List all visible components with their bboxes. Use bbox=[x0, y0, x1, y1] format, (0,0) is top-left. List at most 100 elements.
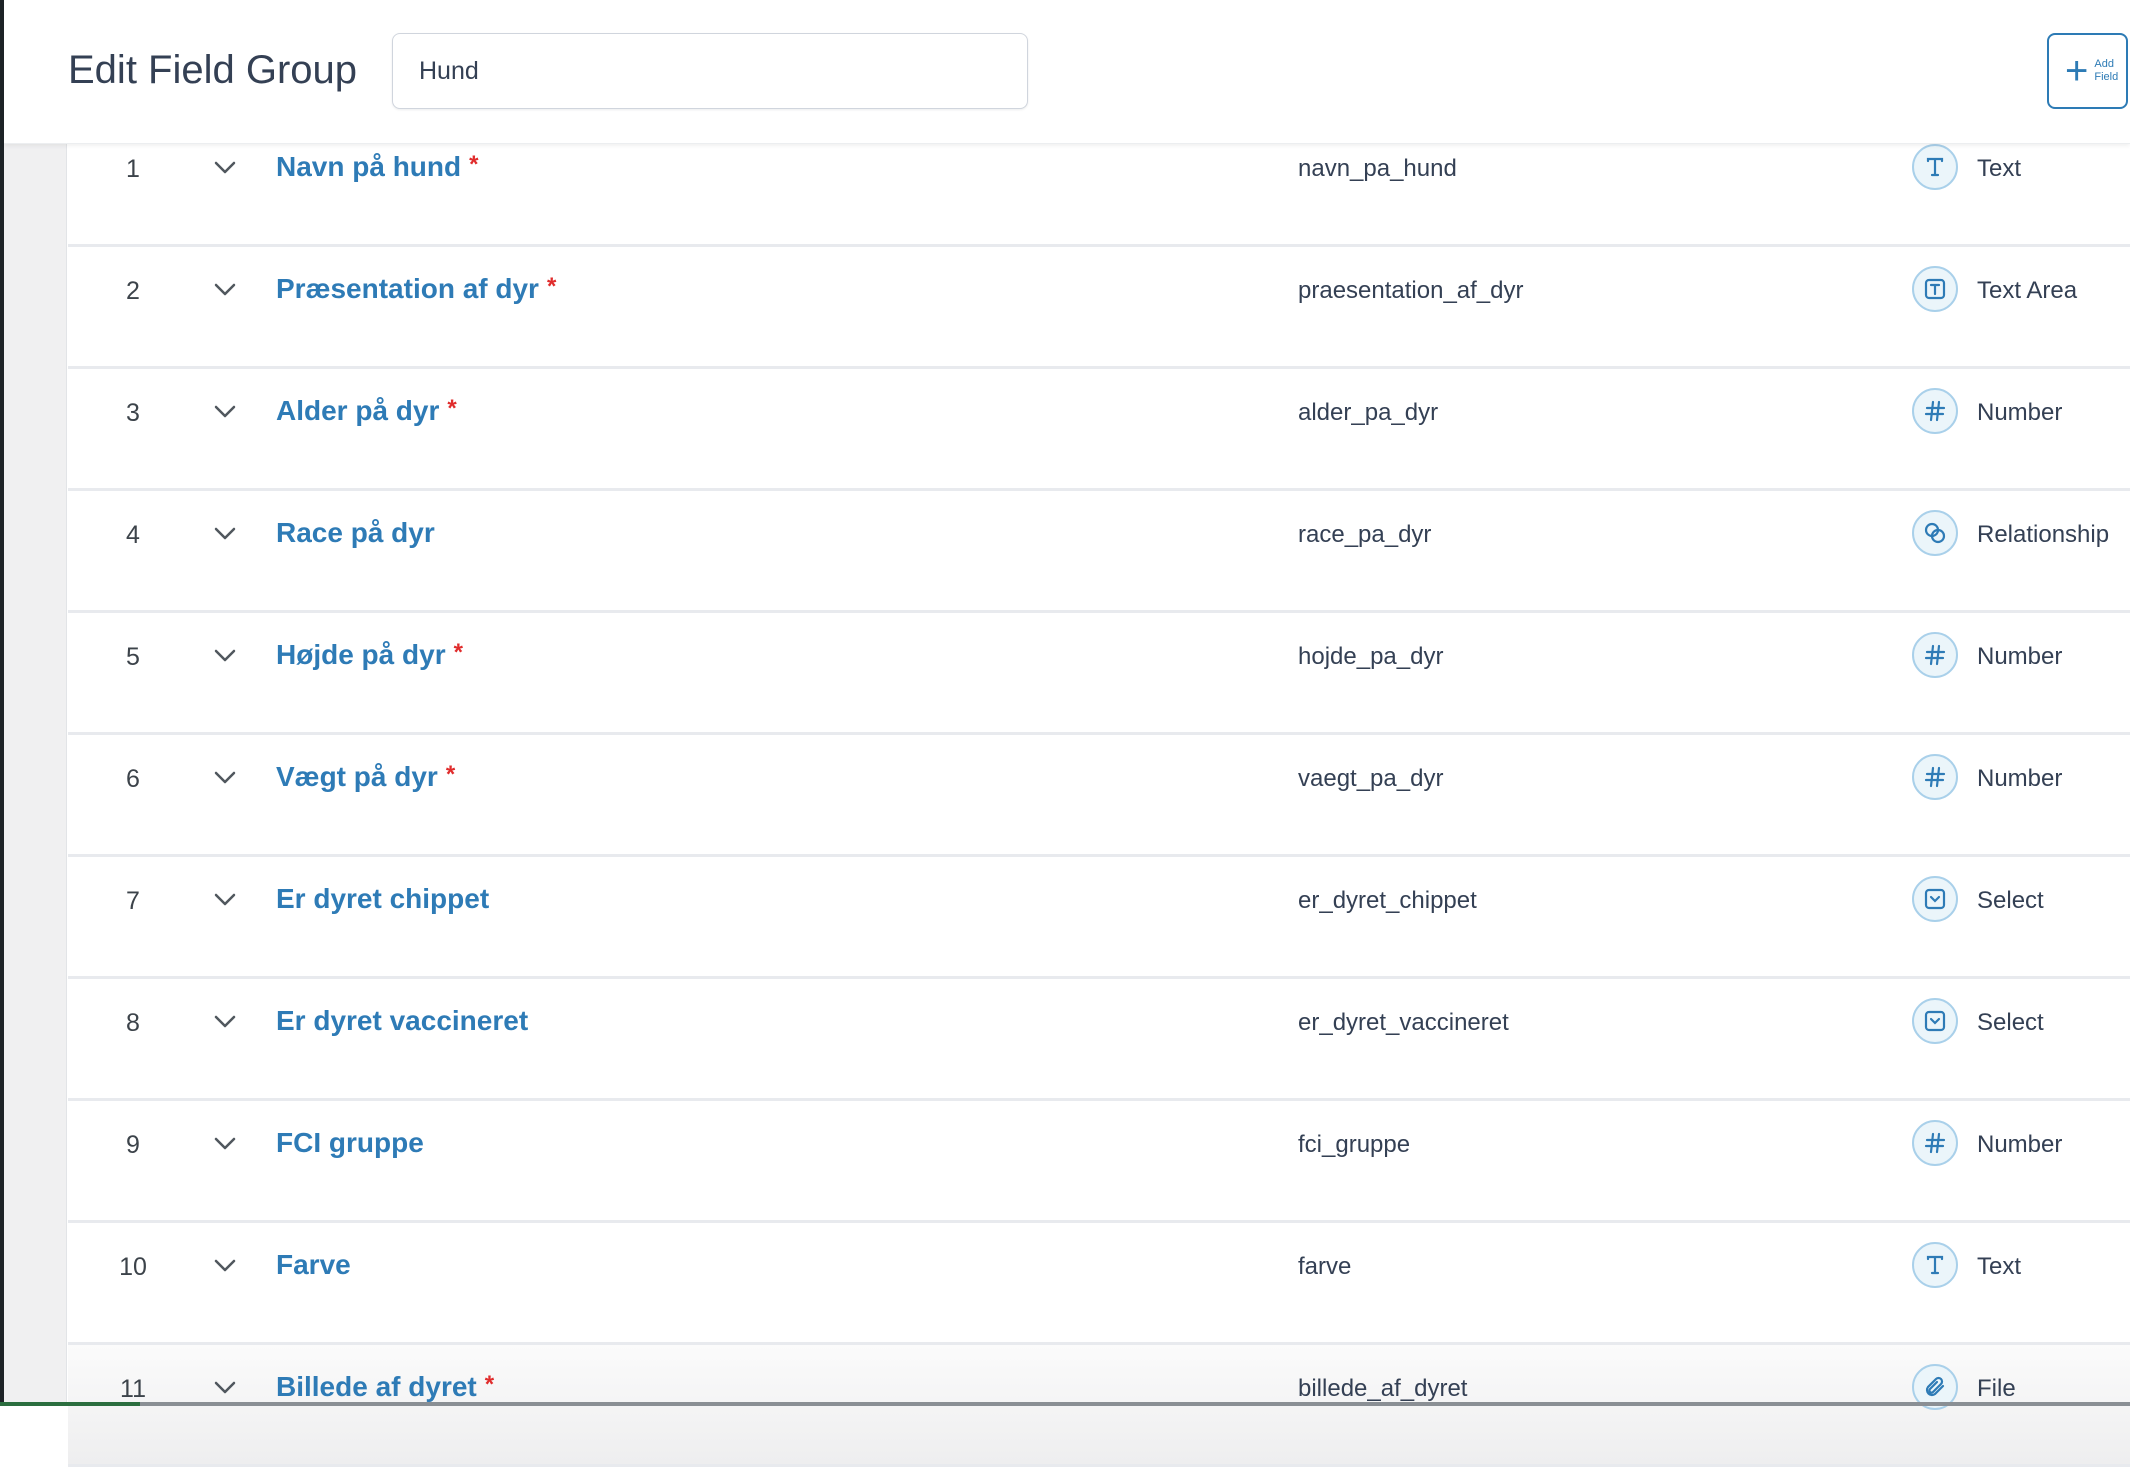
field-label-text: Er dyret chippet bbox=[276, 883, 490, 914]
add-field-button[interactable]: + Add Field bbox=[2047, 33, 2128, 109]
field-type: Select bbox=[1977, 1009, 2044, 1036]
field-name: er_dyret_vaccineret bbox=[1298, 1009, 1509, 1036]
field-order: 5 bbox=[126, 643, 140, 671]
chevron-down-icon[interactable] bbox=[212, 1009, 238, 1035]
field-order: 3 bbox=[126, 399, 140, 427]
field-label-link[interactable]: Farve bbox=[276, 1249, 351, 1281]
field-label-text: Alder på dyr bbox=[276, 395, 440, 426]
chevron-down-icon[interactable] bbox=[212, 1253, 238, 1279]
chevron-down-icon[interactable] bbox=[212, 399, 238, 425]
field-order: 1 bbox=[126, 155, 140, 183]
field-row[interactable]: 10 Farve farve Text bbox=[68, 1223, 2130, 1345]
field-name: praesentation_af_dyr bbox=[1298, 277, 1524, 304]
field-row[interactable]: 8 Er dyret vaccineret er_dyret_vaccineret S… bbox=[68, 979, 2130, 1101]
field-label-text: Race på dyr bbox=[276, 517, 435, 548]
field-row[interactable]: 2 Præsentation af dyr * praesentation_af_dy… bbox=[68, 247, 2130, 369]
page-title: Edit Field Group bbox=[68, 48, 358, 92]
textarea-icon bbox=[1912, 266, 1958, 312]
add-field-label: Add Field bbox=[2094, 58, 2119, 83]
field-type: Text Area bbox=[1977, 277, 2078, 304]
field-label-text: Navn på hund bbox=[276, 151, 462, 182]
field-type: Relationship bbox=[1977, 521, 2110, 548]
chevron-down-icon[interactable] bbox=[212, 643, 238, 669]
chevron-down-icon[interactable] bbox=[212, 521, 238, 547]
field-order: 6 bbox=[126, 765, 140, 793]
field-label-text: Billede af dyret bbox=[276, 1371, 477, 1402]
field-type: Text bbox=[1977, 1253, 2022, 1280]
field-row[interactable]: 7 Er dyret chippet er_dyret_chippet Select bbox=[68, 857, 2130, 979]
field-label-text: Præsentation af dyr bbox=[276, 273, 539, 304]
field-name: vaegt_pa_dyr bbox=[1298, 765, 1444, 792]
chevron-down-icon[interactable] bbox=[212, 1375, 238, 1401]
field-type: Number bbox=[1977, 765, 2063, 792]
field-name: billede_af_dyret bbox=[1298, 1375, 1468, 1402]
field-name: hojde_pa_dyr bbox=[1298, 643, 1444, 670]
field-name: navn_pa_hund bbox=[1298, 155, 1457, 182]
field-order: 2 bbox=[126, 277, 140, 305]
number-icon bbox=[1912, 1120, 1958, 1166]
chevron-down-icon[interactable] bbox=[212, 1131, 238, 1157]
progress-indicator bbox=[0, 1402, 140, 1406]
field-label-link[interactable]: FCI gruppe bbox=[276, 1127, 424, 1159]
field-row[interactable]: 6 Vægt på dyr * vaegt_pa_dyr Number bbox=[68, 735, 2130, 857]
field-row[interactable]: 9 FCI gruppe fci_gruppe Number bbox=[68, 1101, 2130, 1223]
text-icon bbox=[1912, 144, 1958, 190]
required-indicator: * bbox=[453, 639, 463, 666]
field-name: alder_pa_dyr bbox=[1298, 399, 1439, 426]
field-order: 9 bbox=[126, 1131, 140, 1159]
field-row[interactable]: 11 Billede af dyret * billede_af_dyret File bbox=[68, 1345, 2130, 1467]
field-type: File bbox=[1977, 1375, 2016, 1402]
field-label-link[interactable]: Præsentation af dyr * bbox=[276, 273, 556, 305]
field-row[interactable]: 4 Race på dyr race_pa_dyr Relationship bbox=[68, 491, 2130, 613]
field-label-link[interactable]: Billede af dyret * bbox=[276, 1371, 494, 1403]
field-name: er_dyret_chippet bbox=[1298, 887, 1477, 914]
field-order: 10 bbox=[119, 1253, 147, 1281]
field-label-link[interactable]: Er dyret vaccineret bbox=[276, 1005, 528, 1037]
field-list: 1 Navn på hund * navn_pa_hund Text 2 Præsentat… bbox=[68, 125, 2130, 1467]
field-type: Number bbox=[1977, 399, 2063, 426]
relationship-icon bbox=[1912, 510, 1958, 556]
field-label-text: Højde på dyr bbox=[276, 639, 446, 670]
plus-icon: + bbox=[2065, 49, 2089, 93]
field-label-text: Er dyret vaccineret bbox=[276, 1005, 529, 1036]
field-label-text: FCI gruppe bbox=[276, 1127, 424, 1158]
field-name: race_pa_dyr bbox=[1298, 521, 1432, 548]
field-label-link[interactable]: Er dyret chippet bbox=[276, 883, 489, 915]
field-order: 4 bbox=[126, 521, 140, 549]
number-icon bbox=[1912, 632, 1958, 678]
page-header: Edit Field Group + Add Field bbox=[4, 0, 2130, 144]
required-indicator: * bbox=[546, 273, 557, 300]
field-label-link[interactable]: Alder på dyr * bbox=[276, 395, 457, 427]
field-label-link[interactable]: Højde på dyr * bbox=[276, 639, 463, 671]
chevron-down-icon[interactable] bbox=[212, 765, 238, 791]
chevron-down-icon[interactable] bbox=[212, 887, 238, 913]
required-indicator: * bbox=[447, 395, 457, 422]
field-type: Select bbox=[1977, 887, 2044, 914]
field-row[interactable]: 3 Alder på dyr * alder_pa_dyr Number bbox=[68, 369, 2130, 491]
field-label-link[interactable]: Vægt på dyr * bbox=[276, 761, 455, 793]
field-type: Number bbox=[1977, 643, 2063, 670]
required-indicator: * bbox=[469, 151, 479, 178]
field-order: 8 bbox=[126, 1009, 140, 1037]
required-indicator: * bbox=[484, 1371, 495, 1398]
number-icon bbox=[1912, 754, 1958, 800]
field-name: fci_gruppe bbox=[1298, 1131, 1411, 1158]
field-label-text: Vægt på dyr bbox=[276, 761, 438, 792]
field-order: 11 bbox=[120, 1375, 146, 1403]
text-icon bbox=[1912, 1242, 1958, 1288]
chevron-down-icon[interactable] bbox=[212, 277, 238, 303]
field-name: farve bbox=[1298, 1253, 1352, 1280]
field-group-title-input[interactable] bbox=[392, 33, 1028, 109]
left-gutter bbox=[4, 144, 67, 1406]
field-type: Number bbox=[1977, 1131, 2063, 1158]
field-label-link[interactable]: Navn på hund * bbox=[276, 151, 478, 183]
field-type: Text bbox=[1977, 155, 2022, 182]
field-order: 7 bbox=[126, 887, 140, 915]
field-label-text: Farve bbox=[276, 1249, 351, 1280]
field-row[interactable]: 5 Højde på dyr * hojde_pa_dyr Number bbox=[68, 613, 2130, 735]
bottom-bar bbox=[0, 1402, 2130, 1406]
number-icon bbox=[1912, 388, 1958, 434]
field-label-link[interactable]: Race på dyr bbox=[276, 517, 435, 549]
select-icon bbox=[1912, 876, 1958, 922]
chevron-down-icon[interactable] bbox=[212, 155, 238, 181]
